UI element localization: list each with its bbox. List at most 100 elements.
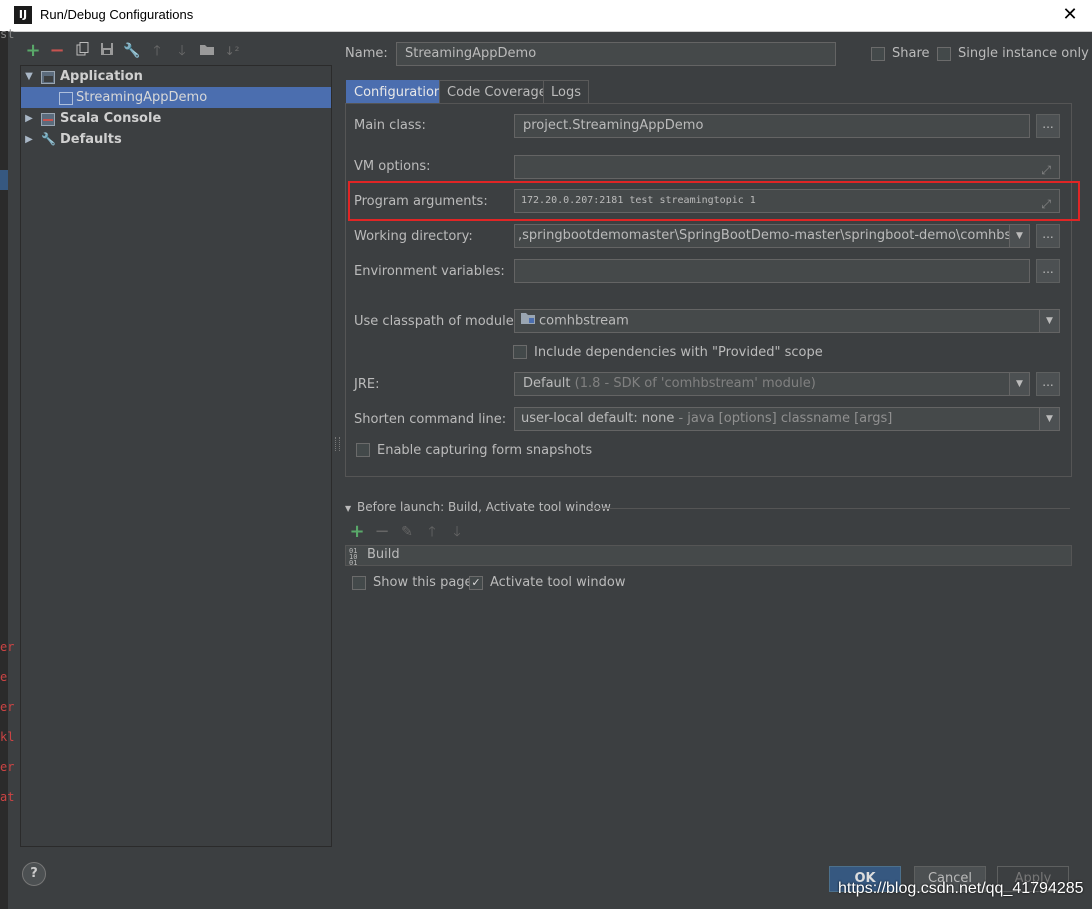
- activate-tool-window-checkbox[interactable]: ✓: [469, 576, 483, 590]
- module-folder-icon: [521, 310, 535, 332]
- jre-combo[interactable]: Default (1.8 - SDK of 'comhbstream' modu…: [514, 372, 1030, 396]
- tree-item-label: Application: [60, 69, 143, 84]
- shorten-cmd-combo[interactable]: user-local default: none - java [options…: [514, 407, 1060, 431]
- browse-jre-button[interactable]: ...: [1036, 372, 1060, 396]
- working-directory-label: Working directory:: [354, 229, 473, 244]
- application-config-icon: [59, 91, 73, 105]
- tab-configuration[interactable]: Configuration: [346, 80, 451, 104]
- shorten-cmd-label: Shorten command line:: [354, 412, 507, 427]
- window-title: Run/Debug Configurations: [40, 7, 194, 22]
- background-editor-strip: [0, 31, 8, 909]
- background-text: kl: [0, 730, 15, 744]
- chevron-right-icon[interactable]: ▶: [24, 129, 34, 150]
- share-label: Share: [892, 46, 930, 61]
- vm-options-field[interactable]: ⤢: [514, 155, 1060, 179]
- background-selection-bar: [0, 170, 8, 190]
- classpath-module-value: comhbstream: [539, 313, 629, 329]
- classpath-module-combo[interactable]: comhbstream ▼: [514, 309, 1060, 333]
- arrow-up-icon[interactable]: 🡑: [423, 523, 441, 541]
- chevron-right-icon[interactable]: ▶: [24, 108, 34, 129]
- main-class-field[interactable]: project.StreamingAppDemo: [514, 114, 1030, 138]
- shorten-cmd-value: user-local default: none: [521, 411, 675, 426]
- copy-icon[interactable]: [74, 42, 92, 60]
- classpath-module-label: Use classpath of module:: [354, 314, 519, 329]
- folder-icon[interactable]: [198, 42, 216, 60]
- shorten-cmd-hint: - java [options] classname [args]: [678, 411, 893, 426]
- chevron-down-icon[interactable]: ▼: [1039, 408, 1059, 430]
- tree-item-streamingappdemo[interactable]: StreamingAppDemo: [21, 87, 331, 108]
- before-launch-list[interactable]: 01 10 01 Build: [345, 545, 1072, 567]
- jre-hint: (1.8 - SDK of 'comhbstream' module): [574, 376, 816, 391]
- activate-tool-window-label: Activate tool window: [490, 575, 626, 590]
- wrench-icon: 🔧: [41, 132, 56, 146]
- sort-icon[interactable]: ↓²: [223, 42, 241, 60]
- background-text: er: [0, 700, 15, 714]
- name-field[interactable]: StreamingAppDemo: [396, 42, 836, 66]
- main-class-label: Main class:: [354, 118, 426, 133]
- single-instance-label: Single instance only: [958, 46, 1089, 61]
- close-icon[interactable]: ✕: [1058, 3, 1082, 27]
- configuration-tree[interactable]: ▼ Application StreamingAppDemo ▶ Scala C…: [20, 65, 332, 847]
- annotation-highlight-box: [348, 181, 1080, 221]
- chevron-down-icon[interactable]: ▼: [345, 504, 351, 513]
- single-instance-checkbox[interactable]: [937, 47, 951, 61]
- watermark-text: https://blog.csdn.net/qq_41794285: [838, 880, 1084, 897]
- tree-item-label: Defaults: [60, 132, 122, 147]
- save-icon[interactable]: [98, 42, 116, 60]
- env-vars-label: Environment variables:: [354, 264, 505, 279]
- jre-label: JRE:: [354, 377, 380, 392]
- background-text: st: [0, 27, 15, 41]
- vm-options-label: VM options:: [354, 159, 431, 174]
- tab-code-coverage[interactable]: Code Coverage: [439, 80, 555, 103]
- remove-icon[interactable]: −: [48, 42, 66, 60]
- edit-env-vars-button[interactable]: ...: [1036, 259, 1060, 283]
- background-text: er: [0, 760, 15, 774]
- chevron-down-icon[interactable]: ▼: [1009, 225, 1029, 247]
- wrench-icon[interactable]: 🔧: [123, 42, 141, 60]
- application-icon: [41, 70, 55, 84]
- help-button[interactable]: ?: [22, 862, 46, 886]
- arrow-up-icon[interactable]: 🡑: [148, 42, 166, 60]
- edit-task-icon[interactable]: ✎: [398, 523, 416, 541]
- browse-working-directory-button[interactable]: ...: [1036, 224, 1060, 248]
- expand-icon[interactable]: ⤢: [1041, 159, 1051, 178]
- share-checkbox[interactable]: [871, 47, 885, 61]
- divider: [590, 508, 1070, 509]
- remove-task-icon[interactable]: −: [373, 523, 391, 541]
- tab-logs[interactable]: Logs: [543, 80, 589, 103]
- chevron-down-icon[interactable]: ▼: [1039, 310, 1059, 332]
- add-icon[interactable]: +: [24, 42, 42, 60]
- env-vars-field[interactable]: [514, 259, 1030, 283]
- arrow-down-icon[interactable]: 🡓: [173, 42, 191, 60]
- background-text: er: [0, 640, 15, 654]
- build-icon: 01 10 01: [349, 547, 358, 567]
- before-launch-header[interactable]: Before launch: Build, Activate tool wind…: [357, 500, 611, 514]
- tree-item-defaults[interactable]: ▶ 🔧 Defaults: [21, 129, 331, 150]
- add-task-icon[interactable]: +: [348, 523, 366, 541]
- working-directory-combo[interactable]: ,springbootdemomaster\SpringBootDemo-mas…: [514, 224, 1030, 248]
- splitter-handle[interactable]: [335, 437, 340, 451]
- name-label: Name:: [345, 46, 388, 61]
- scala-console-icon: [41, 112, 55, 126]
- browse-main-class-button[interactable]: ...: [1036, 114, 1060, 138]
- chevron-down-icon[interactable]: ▼: [24, 66, 34, 87]
- tree-item-scala-console[interactable]: ▶ Scala Console: [21, 108, 331, 129]
- list-item[interactable]: Build: [367, 547, 400, 562]
- title-bar: IJ Run/Debug Configurations ✕: [0, 0, 1092, 32]
- tree-item-application[interactable]: ▼ Application: [21, 66, 331, 87]
- chevron-down-icon[interactable]: ▼: [1009, 373, 1029, 395]
- jre-value: Default: [523, 376, 571, 391]
- intellij-app-icon: IJ: [14, 6, 32, 24]
- show-this-page-checkbox[interactable]: [352, 576, 366, 590]
- include-provided-checkbox[interactable]: [513, 345, 527, 359]
- arrow-down-icon[interactable]: 🡓: [448, 523, 466, 541]
- tree-item-label: StreamingAppDemo: [76, 90, 208, 105]
- capture-snapshots-checkbox[interactable]: [356, 443, 370, 457]
- include-provided-label: Include dependencies with "Provided" sco…: [534, 345, 823, 360]
- show-this-page-label: Show this page: [373, 575, 473, 590]
- background-text: at: [0, 790, 15, 804]
- tree-item-label: Scala Console: [60, 111, 162, 126]
- background-text: e: [0, 670, 8, 684]
- capture-snapshots-label: Enable capturing form snapshots: [377, 443, 593, 458]
- working-directory-value: ,springbootdemomaster\SpringBootDemo-mas…: [518, 228, 1030, 243]
